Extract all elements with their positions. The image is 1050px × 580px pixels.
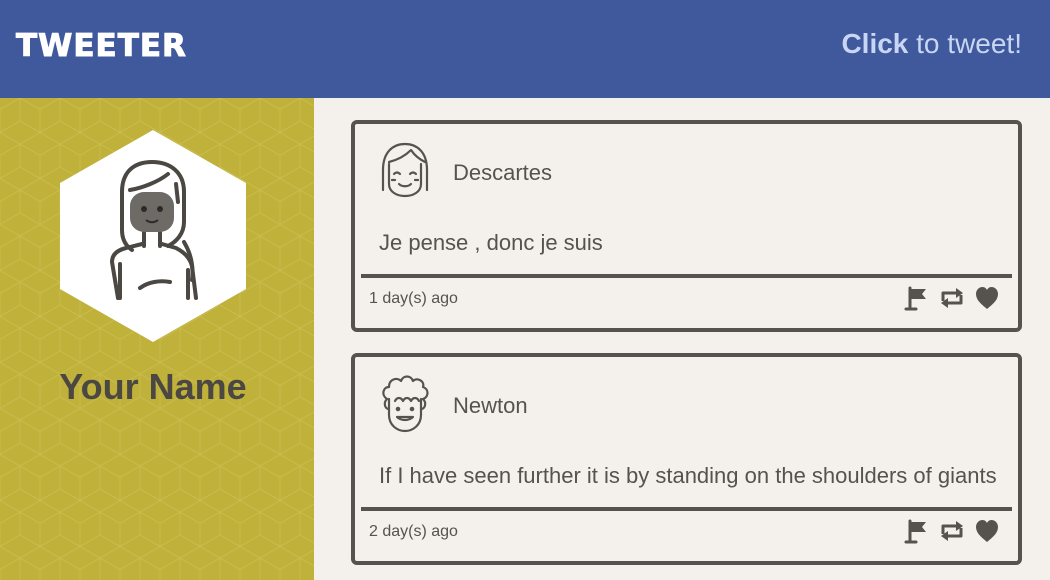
- tweet-feed: Descartes Je pense , donc je suis 1 day(…: [314, 98, 1050, 580]
- tweet-timestamp: 1 day(s) ago: [369, 290, 458, 307]
- compose-rest-text[interactable]: to tweet!: [908, 28, 1022, 59]
- brand-logo[interactable]: TWEETER: [16, 28, 187, 65]
- compose-click-word[interactable]: Click: [841, 28, 908, 59]
- tweet-text: If I have seen further it is by standing…: [379, 463, 997, 488]
- heart-icon[interactable]: [974, 285, 1000, 311]
- tweet-text: Je pense , donc je suis: [379, 230, 603, 255]
- woman-long-hair-avatar-icon: [110, 160, 198, 300]
- tweet-divider: [361, 507, 1012, 511]
- tweet-author[interactable]: Descartes: [453, 160, 552, 186]
- tweet-author[interactable]: Newton: [453, 393, 528, 419]
- tweet-actions: [904, 518, 1000, 544]
- profile-sidebar: Your Name: [0, 98, 314, 580]
- tweet-timestamp: 2 day(s) ago: [369, 523, 458, 540]
- tweet-divider: [361, 274, 1012, 278]
- profile-name: Your Name: [59, 366, 247, 407]
- top-bar: TWEETER Click to tweet!: [0, 0, 1050, 98]
- heart-icon[interactable]: [974, 518, 1000, 544]
- flag-icon[interactable]: [904, 518, 930, 544]
- curly-hair-face-icon: [382, 375, 429, 433]
- smiling-face-bangs-icon: [381, 142, 429, 198]
- retweet-icon[interactable]: [939, 518, 965, 544]
- retweet-icon[interactable]: [939, 285, 965, 311]
- tweet-actions: [904, 285, 1000, 311]
- compose-tweet-link[interactable]: Click to tweet!: [841, 28, 1022, 60]
- flag-icon[interactable]: [904, 285, 930, 311]
- profile-avatar[interactable]: [60, 130, 246, 342]
- tweet-card: Descartes Je pense , donc je suis 1 day(…: [351, 120, 1022, 332]
- tweet-card: Newton If I have seen further it is by s…: [351, 353, 1022, 565]
